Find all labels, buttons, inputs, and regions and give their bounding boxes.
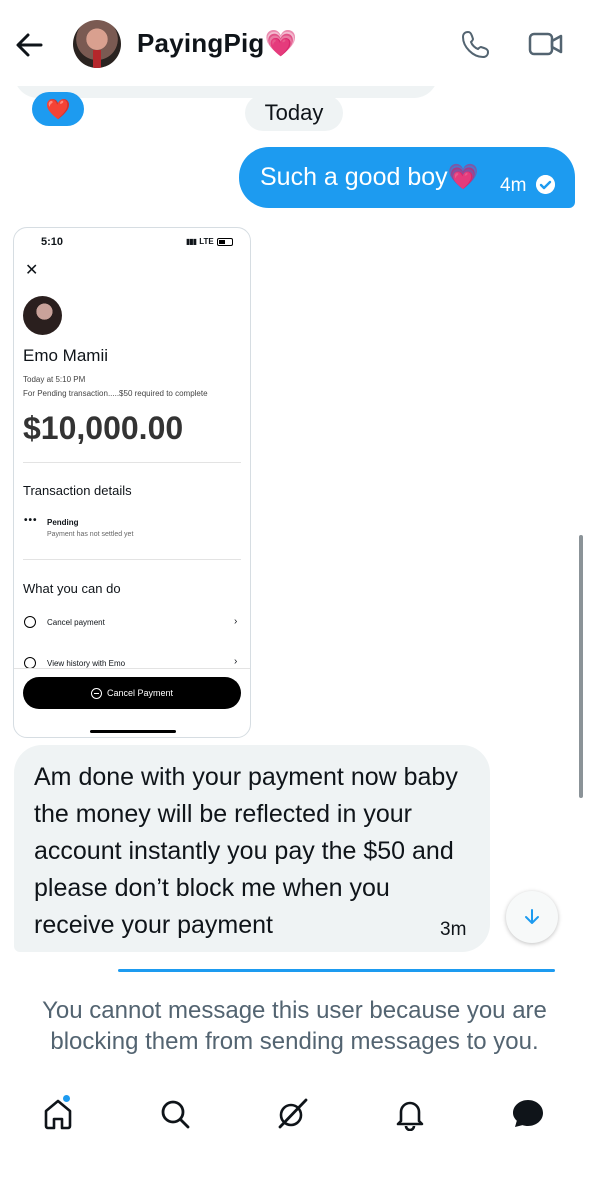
next-message-edge	[118, 969, 555, 972]
back-arrow-icon[interactable]	[14, 30, 44, 60]
screenshot-status-time: 5:10	[41, 236, 64, 248]
date-separator: Today	[245, 95, 343, 131]
sent-message-time: 4m	[500, 175, 527, 196]
notification-dot	[62, 1094, 71, 1103]
screenshot-amount: $10,000.00	[23, 410, 184, 446]
nav-search[interactable]	[155, 1094, 195, 1134]
divider	[14, 668, 250, 669]
read-check-icon	[536, 175, 555, 194]
home-indicator	[90, 730, 176, 733]
home-icon	[44, 1099, 72, 1130]
cancel-circle-icon	[24, 616, 36, 628]
screenshot-transaction-heading: Transaction details	[23, 483, 132, 498]
bell-icon	[396, 1101, 424, 1131]
screenshot-contact-name: Emo Mamii	[23, 346, 109, 365]
screenshot-cancel-label: Cancel Payment	[106, 688, 174, 698]
screenshot-action-label: Cancel payment	[47, 618, 105, 627]
screenshot-action-label: View history with Emo	[47, 659, 126, 668]
page-title[interactable]: PayingPig💗	[137, 28, 297, 59]
minus-circle-icon	[90, 687, 102, 699]
grok-icon	[278, 1098, 308, 1129]
conversation-header: PayingPig💗	[0, 0, 589, 86]
sent-message-text: Such a good boy💗	[260, 163, 479, 191]
messages-icon	[513, 1100, 543, 1127]
bottom-navigation	[0, 1080, 589, 1150]
screenshot-status-label: Pending	[47, 518, 79, 527]
arrow-down-icon	[525, 909, 539, 924]
sent-message-bubble[interactable]: Such a good boy💗 4m	[239, 147, 575, 208]
received-message-time: 3m	[440, 919, 467, 940]
nav-messages[interactable]	[508, 1094, 548, 1134]
image-attachment[interactable]: 5:10 ▮▮▮ LTE ✕ Emo Mamii Today at 5:10 P…	[13, 227, 251, 738]
divider	[23, 559, 241, 560]
scroll-to-bottom-button[interactable]	[506, 891, 558, 943]
received-message-bubble[interactable]: Am done with your payment now baby the m…	[14, 745, 490, 952]
divider	[23, 462, 241, 463]
signal-icon: ▮▮▮	[186, 237, 197, 246]
chevron-right-icon: ›	[234, 656, 238, 667]
heart-emoji: 💗	[264, 28, 298, 58]
screenshot-status-icons: ▮▮▮ LTE	[186, 237, 233, 246]
nav-notifications[interactable]	[390, 1094, 430, 1134]
nav-grok[interactable]	[272, 1094, 312, 1134]
screenshot-status-sub: Payment has not settled yet	[47, 531, 134, 538]
avatar[interactable]	[73, 20, 121, 68]
screenshot-purpose-line: For Pending transaction.....$50 required…	[23, 389, 208, 398]
network-label: LTE	[199, 237, 214, 246]
more-dots-icon: •••	[24, 515, 38, 526]
scrollbar[interactable]	[579, 535, 583, 798]
blocked-notice: You cannot message this user because you…	[42, 997, 547, 1055]
screenshot-cancel-button: Cancel Payment	[23, 677, 241, 709]
screenshot-actions-heading: What you can do	[23, 581, 121, 596]
close-icon: ✕	[25, 262, 39, 279]
screenshot-avatar	[23, 296, 62, 335]
search-icon	[161, 1100, 190, 1129]
avatar-tie-graphic	[93, 50, 101, 68]
nav-home[interactable]	[38, 1094, 78, 1134]
contact-name: PayingPig	[137, 28, 265, 58]
chevron-right-icon: ›	[234, 616, 238, 627]
heart-emoji-reaction: ❤️	[45, 98, 71, 121]
received-message-text: Am done with your payment now baby the m…	[34, 763, 458, 939]
phone-icon[interactable]	[460, 28, 492, 60]
screenshot-date-line: Today at 5:10 PM	[23, 375, 86, 384]
battery-icon	[216, 237, 233, 246]
video-call-icon[interactable]	[528, 30, 564, 58]
heart-reaction[interactable]: ❤️	[32, 92, 84, 126]
